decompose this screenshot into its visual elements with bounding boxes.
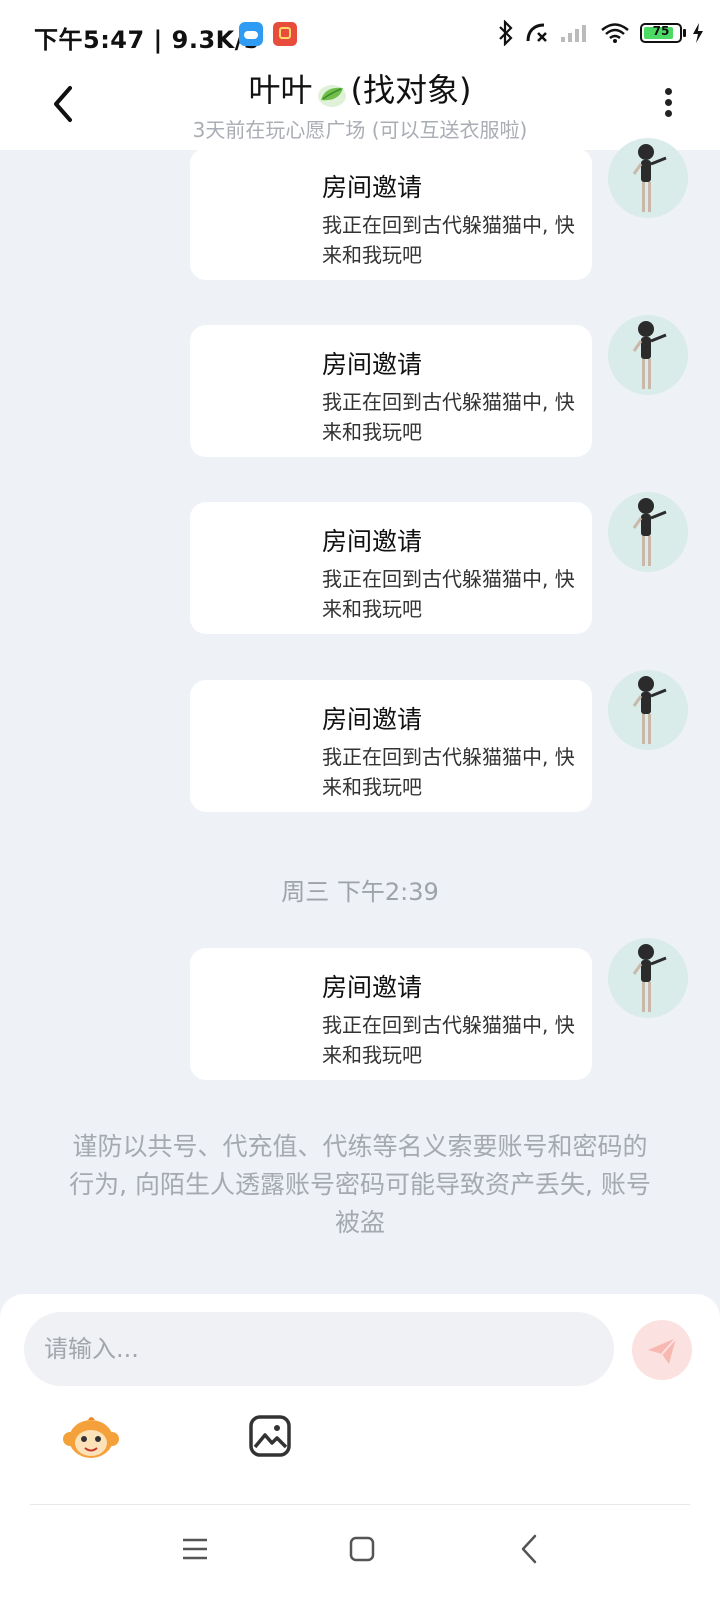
- cellular-signal-icon: [560, 23, 590, 43]
- chat-header: 叶叶 (找对象) 3天前在玩心愿广场 (可以互送衣服啦): [0, 68, 720, 150]
- bluetooth-icon: [498, 20, 514, 46]
- system-back-button[interactable]: [517, 1532, 541, 1566]
- leaf-icon: [315, 77, 349, 107]
- divider: [30, 1504, 690, 1505]
- avatar[interactable]: [608, 938, 688, 1018]
- emoji-button[interactable]: [62, 1412, 120, 1462]
- battery-icon: 75: [640, 23, 686, 43]
- monkey-emoji-icon: [63, 1417, 119, 1458]
- chevron-left-icon: [521, 1534, 537, 1564]
- cloud-app-icon: [239, 22, 263, 46]
- contact-status: 3天前在玩心愿广场 (可以互送衣服啦): [192, 118, 528, 142]
- game-app-icon: [273, 22, 297, 46]
- safety-warning: 谨防以共号、代充值、代练等名义索要账号和密码的行为, 向陌生人透露账号密码可能导…: [69, 1132, 651, 1237]
- message-input[interactable]: [24, 1312, 614, 1386]
- wifi-icon: [600, 22, 630, 44]
- invite-title: 房间邀请: [322, 527, 423, 556]
- image-button[interactable]: [248, 1414, 292, 1458]
- message-item: 房间邀请 我正在回到古代躲猫猫中, 快来和我玩吧: [0, 138, 720, 280]
- invite-text: 我正在回到古代躲猫猫中, 快来和我玩吧: [322, 745, 575, 799]
- invite-text: 我正在回到古代躲猫猫中, 快来和我玩吧: [322, 1013, 575, 1067]
- message-item: 房间邀请 我正在回到古代躲猫猫中, 快来和我玩吧: [0, 670, 720, 812]
- message-item: 房间邀请 我正在回到古代躲猫猫中, 快来和我玩吧: [0, 315, 720, 457]
- battery-level: 75: [652, 24, 670, 38]
- home-button[interactable]: [347, 1534, 377, 1564]
- room-invite-card[interactable]: 房间邀请 我正在回到古代躲猫猫中, 快来和我玩吧: [190, 325, 592, 457]
- room-invite-card[interactable]: 房间邀请 我正在回到古代躲猫猫中, 快来和我玩吧: [190, 680, 592, 812]
- recent-apps-button[interactable]: [180, 1536, 210, 1562]
- room-invite-card[interactable]: 房间邀请 我正在回到古代躲猫猫中, 快来和我玩吧: [190, 502, 592, 634]
- status-time-speed: 下午5:47 | 9.3K/s: [34, 26, 259, 54]
- status-icons: 75: [498, 18, 704, 48]
- chat-screen: 下午5:47 | 9.3K/s 75 叶叶 (找对象) 3天前在玩心愿广场 (可…: [0, 0, 720, 1600]
- invite-title: 房间邀请: [322, 973, 423, 1002]
- send-icon: [648, 1337, 677, 1364]
- contact-tag: (找对象): [350, 71, 472, 109]
- invite-title: 房间邀请: [322, 173, 423, 202]
- charging-icon: [692, 22, 704, 44]
- invite-title: 房间邀请: [322, 350, 423, 379]
- contact-name: 叶叶: [248, 71, 313, 109]
- send-button[interactable]: [632, 1320, 692, 1380]
- message-item: 房间邀请 我正在回到古代躲猫猫中, 快来和我玩吧: [0, 938, 720, 1080]
- avatar[interactable]: [608, 315, 688, 395]
- home-square-icon: [349, 1536, 375, 1562]
- system-nav-bar: [0, 1506, 720, 1600]
- invite-text: 我正在回到古代躲猫猫中, 快来和我玩吧: [322, 213, 575, 267]
- invite-title: 房间邀请: [322, 705, 423, 734]
- message-timestamp: 周三 下午2:39: [281, 878, 439, 906]
- status-bar: 下午5:47 | 9.3K/s 75: [0, 0, 720, 68]
- avatar[interactable]: [608, 670, 688, 750]
- more-vertical-icon: [656, 88, 680, 117]
- avatar[interactable]: [608, 138, 688, 218]
- call-forward-icon: [524, 21, 550, 45]
- avatar[interactable]: [608, 492, 688, 572]
- more-options-button[interactable]: [656, 84, 680, 124]
- room-invite-card[interactable]: 房间邀请 我正在回到古代躲猫猫中, 快来和我玩吧: [190, 148, 592, 280]
- message-item: 房间邀请 我正在回到古代躲猫猫中, 快来和我玩吧: [0, 492, 720, 634]
- message-list[interactable]: 房间邀请 我正在回到古代躲猫猫中, 快来和我玩吧 房间邀请 我正在回到古代躲猫猫…: [0, 138, 720, 1294]
- invite-text: 我正在回到古代躲猫猫中, 快来和我玩吧: [322, 567, 575, 621]
- menu-icon: [183, 1538, 207, 1560]
- invite-text: 我正在回到古代躲猫猫中, 快来和我玩吧: [322, 390, 575, 444]
- page-title: 叶叶 (找对象): [0, 68, 720, 112]
- room-invite-card[interactable]: 房间邀请 我正在回到古代躲猫猫中, 快来和我玩吧: [190, 948, 592, 1080]
- image-icon: [249, 1415, 291, 1457]
